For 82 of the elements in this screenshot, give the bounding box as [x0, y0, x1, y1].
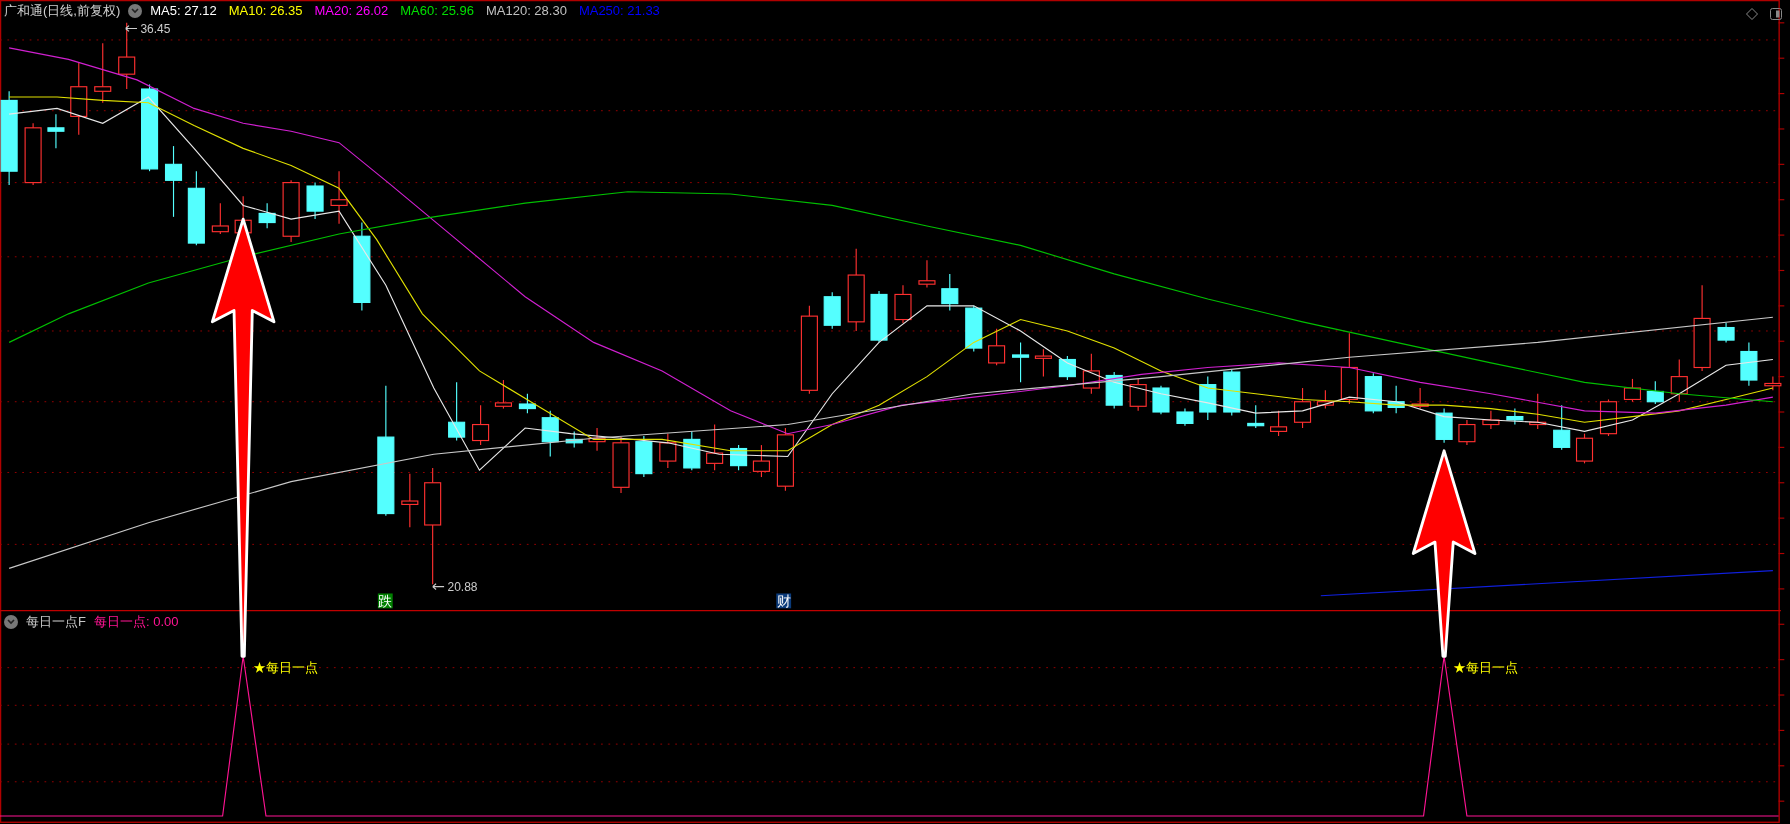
candlestick [1129, 378, 1147, 412]
candlestick [1364, 372, 1382, 414]
candlestick [94, 42, 112, 104]
candlestick [1082, 353, 1100, 395]
dropdown-icon[interactable] [4, 615, 18, 629]
candlestick [1199, 376, 1217, 421]
pointer-arrow-icon [432, 583, 445, 591]
signal-label: ★每日一点 [1453, 661, 1519, 676]
candlestick [1012, 341, 1030, 383]
candlestick [988, 328, 1006, 366]
candlestick [823, 291, 841, 330]
candlestick [518, 393, 536, 414]
price-label: 36.45 [140, 22, 171, 37]
candlestick [776, 427, 794, 492]
candlestick [1740, 341, 1758, 387]
candlestick [24, 122, 42, 186]
candlestick [635, 435, 653, 478]
candlestick [706, 424, 724, 471]
candlestick [282, 179, 300, 243]
candlestick [1482, 410, 1500, 430]
candlestick [1387, 385, 1405, 414]
candlestick [1294, 387, 1312, 429]
candlestick [870, 290, 888, 343]
moving-average-label: MA10: 26.35 [228, 2, 303, 21]
candlestick [1034, 348, 1052, 378]
candlestick [965, 305, 983, 353]
moving-average-label: MA20: 26.02 [314, 2, 389, 21]
candlestick [1670, 358, 1688, 403]
candlestick [1105, 371, 1123, 410]
candlestick [494, 379, 512, 410]
candlestick [1270, 410, 1288, 437]
candlestick [448, 381, 466, 442]
candlestick [1316, 389, 1334, 410]
candlestick [894, 284, 912, 324]
dropdown-icon[interactable] [128, 4, 143, 18]
candlestick [1529, 393, 1547, 430]
candlestick [1764, 376, 1782, 391]
candlestick [1575, 433, 1594, 464]
price-label: 20.88 [447, 580, 478, 595]
candlestick [659, 433, 677, 469]
candlestick [1717, 322, 1735, 343]
candlestick [941, 273, 959, 311]
candlestick [1152, 385, 1170, 415]
candlestick [1646, 380, 1664, 405]
signal-label: ★每日一点 [253, 661, 319, 676]
candlestick [1247, 404, 1265, 429]
candlestick [1176, 408, 1194, 427]
candlestick [1458, 419, 1476, 446]
candlestick [472, 404, 490, 446]
candlestick [258, 202, 276, 229]
candlestick [401, 473, 419, 528]
candlestick [588, 427, 606, 452]
candlestick [752, 444, 770, 478]
candlestick [918, 259, 936, 289]
candlestick [211, 202, 229, 235]
candlestick [1623, 378, 1641, 403]
candlestick [306, 182, 324, 220]
moving-average-label: MA5: 27.12 [150, 2, 217, 21]
indicator-reading: 每日一点: 0.00 [93, 613, 179, 632]
candlestick [565, 430, 583, 448]
indicator-title: 每日一点F [26, 613, 86, 632]
candlestick [1506, 408, 1524, 426]
candlestick [1553, 404, 1571, 451]
candlestick [118, 22, 136, 90]
chart-title: 广和通(日线,前复权) [4, 2, 121, 21]
event-badge[interactable]: 跌 [377, 593, 393, 609]
moving-average-label: MA120: 28.30 [485, 2, 567, 21]
pointer-arrow-icon [125, 25, 138, 32]
candlestick [1411, 387, 1429, 410]
moving-average-label: MA250: 21.33 [578, 2, 660, 21]
candlestick [612, 436, 630, 494]
candlestick [1058, 355, 1076, 381]
candlestick [330, 170, 348, 225]
candlestick [1435, 408, 1453, 444]
candlestick [683, 430, 701, 471]
moving-average-label: MA60: 25.96 [400, 2, 474, 21]
panel-toggle-icon[interactable] [1770, 8, 1782, 20]
event-badge[interactable]: 财 [776, 593, 792, 609]
candlestick [1223, 369, 1241, 416]
candlestick [47, 113, 65, 149]
candlestick [730, 444, 748, 471]
candlestick [541, 410, 559, 458]
